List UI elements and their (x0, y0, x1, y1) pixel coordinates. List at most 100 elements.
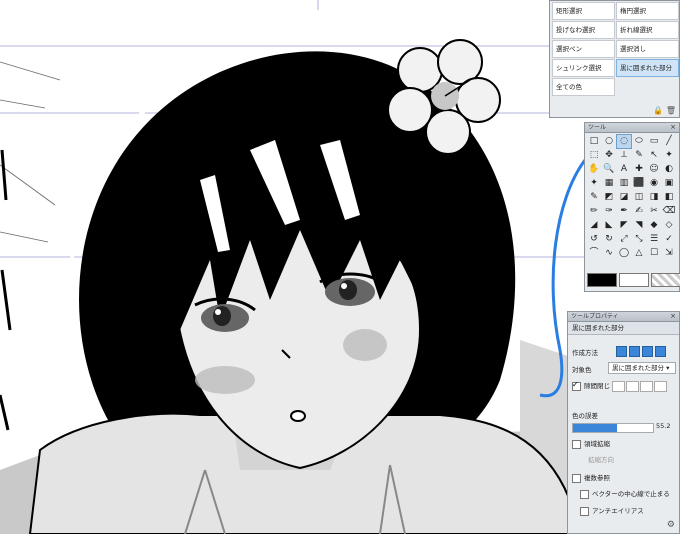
tool-button-icon[interactable]: ⬭ (632, 135, 646, 148)
tool-button-icon[interactable]: ✓ (662, 233, 676, 246)
tool-button-icon[interactable]: ⤢ (617, 233, 631, 246)
expand-checkbox[interactable] (572, 439, 581, 449)
selection-item[interactable]: 矩形選択 (552, 2, 615, 20)
tool-button-icon[interactable]: ◩ (602, 191, 616, 204)
tool-button-icon[interactable]: ✍ (632, 205, 646, 218)
tool-button-icon[interactable]: ▥ (617, 177, 631, 190)
gap-level-box[interactable] (626, 380, 640, 392)
close-icon[interactable]: × (670, 312, 676, 321)
tool-button-icon[interactable]: ⌫ (662, 205, 676, 218)
settings-gear-icon[interactable]: ⚙ (667, 520, 675, 530)
tool-button-icon[interactable]: ☐ (647, 247, 661, 260)
tool-button-icon[interactable]: ◉ (647, 177, 661, 190)
tool-button-icon[interactable]: ◧ (662, 191, 676, 204)
tool-button-icon[interactable]: ✂ (647, 205, 661, 218)
target-color-label: 対象色 (572, 366, 592, 374)
manga-text-fragment (0, 149, 12, 431)
creation-method-buttons (616, 346, 666, 357)
tool-button-icon[interactable]: ◐ (662, 163, 676, 176)
target-color-dropdown[interactable]: 黒に囲まれた部分 ▾ (608, 362, 676, 374)
gap-level-box[interactable] (640, 380, 654, 392)
tool-button-icon[interactable]: ○ (602, 135, 616, 148)
tool-button-icon[interactable]: ◇ (662, 219, 676, 232)
tool-button-icon[interactable]: ⤡ (632, 233, 646, 246)
antialias-row: アンチエイリアス (580, 505, 644, 516)
lock-icon[interactable]: 🔒 (653, 106, 663, 115)
tool-property-panel: ツールプロパティ × 黒に囲まれた部分 作成方法 対象色 黒に囲まれた部分 ▾ … (567, 311, 680, 534)
tool-button-icon[interactable]: ⬚ (587, 149, 601, 162)
tool-button-icon[interactable]: ✑ (602, 205, 616, 218)
tool-button-icon[interactable]: ✒ (617, 205, 631, 218)
tool-button-icon[interactable]: ↖ (647, 149, 661, 162)
color-tolerance-slider[interactable] (572, 423, 654, 433)
tool-palette-titlebar[interactable]: ツール × (585, 123, 679, 133)
tool-button-icon[interactable]: ◣ (602, 219, 616, 232)
subtract-selection-button[interactable] (642, 346, 653, 357)
tool-button-icon[interactable]: ◆ (647, 219, 661, 232)
tool-button-icon[interactable]: ◢ (587, 219, 601, 232)
vector-stop-label: ベクターの中心線で止まる (592, 490, 670, 498)
tool-property-titlebar[interactable]: ツールプロパティ × (568, 312, 679, 322)
tool-button-icon[interactable]: ⇲ (662, 247, 676, 260)
close-icon[interactable]: × (670, 123, 676, 132)
selection-item[interactable]: 楕円選択 (616, 2, 679, 20)
transparent-color-swatch[interactable] (651, 273, 680, 287)
tool-button-icon[interactable]: ☺ (647, 163, 661, 176)
intersect-selection-button[interactable] (655, 346, 666, 357)
selection-item[interactable]: 折れ線選択 (616, 21, 679, 39)
selection-item[interactable]: 選択消し (616, 40, 679, 58)
main-color-swatch[interactable] (587, 273, 617, 287)
vector-stop-checkbox[interactable] (580, 489, 589, 499)
close-gap-row: 隙間閉じ (572, 380, 668, 392)
antialias-checkbox[interactable] (580, 506, 589, 516)
tool-button-icon[interactable]: ☰ (647, 233, 661, 246)
add-selection-button[interactable] (629, 346, 640, 357)
tool-button-icon[interactable]: ◫ (632, 191, 646, 204)
tool-button-icon[interactable]: □ (587, 135, 601, 148)
tool-button-icon[interactable]: ↻ (602, 233, 616, 246)
tool-button-icon[interactable]: ◌ (616, 134, 632, 149)
expand-row: 領域拡縮 (572, 438, 610, 449)
tool-button-icon[interactable]: ⬛ (632, 177, 646, 190)
close-gap-label: 隙間閉じ (584, 382, 610, 390)
tool-button-icon[interactable]: ⟂ (617, 149, 631, 162)
tool-button-icon[interactable]: ⌒ (587, 247, 601, 260)
selection-item[interactable]: シュリンク選択 (552, 59, 615, 77)
tool-button-icon[interactable]: A (617, 163, 631, 176)
tool-button-icon[interactable]: ✎ (632, 149, 646, 162)
tool-button-icon[interactable]: ✥ (602, 149, 616, 162)
tool-button-icon[interactable]: ✎ (587, 191, 601, 204)
trash-icon[interactable]: 🗑 (666, 106, 676, 115)
selection-item-active[interactable]: 黒に囲まれた部分 (616, 59, 679, 77)
tool-button-icon[interactable]: ✦ (662, 149, 676, 162)
tool-button-icon[interactable]: 🔍 (602, 163, 616, 176)
tool-button-icon[interactable]: ╱ (662, 135, 676, 148)
tool-button-icon[interactable]: △ (632, 247, 646, 260)
tool-button-icon[interactable]: ✦ (587, 177, 601, 190)
tool-button-icon[interactable]: ▭ (647, 135, 661, 148)
tool-button-icon[interactable]: ✋ (587, 163, 601, 176)
new-selection-button[interactable] (616, 346, 627, 357)
selection-layer-panel: 矩形選択 楕円選択 投げなわ選択 折れ線選択 選択ペン 選択消し シュリンク選択… (549, 0, 680, 118)
tool-button-icon[interactable]: ▦ (602, 177, 616, 190)
selection-footer: 🔒 🗑 (653, 106, 676, 115)
tool-button-icon[interactable]: ◨ (647, 191, 661, 204)
speed-lines (0, 61, 61, 243)
tool-button-icon[interactable]: ◤ (617, 219, 631, 232)
gap-level-box[interactable] (654, 380, 668, 392)
close-gap-checkbox[interactable] (572, 380, 581, 391)
tool-button-icon[interactable]: ∿ (602, 247, 616, 260)
selection-item[interactable]: 選択ペン (552, 40, 615, 58)
tool-button-icon[interactable]: ✏ (587, 205, 601, 218)
tool-button-icon[interactable]: ▣ (662, 177, 676, 190)
tool-button-icon[interactable]: ✚ (632, 163, 646, 176)
selection-item[interactable]: 全ての色 (552, 78, 615, 96)
gap-level-box[interactable] (612, 380, 626, 392)
tool-button-icon[interactable]: ◪ (617, 191, 631, 204)
tool-button-icon[interactable]: ↺ (587, 233, 601, 246)
multi-ref-checkbox[interactable] (572, 473, 581, 483)
selection-item[interactable]: 投げなわ選択 (552, 21, 615, 39)
sub-color-swatch[interactable] (619, 273, 649, 287)
tool-button-icon[interactable]: ◥ (632, 219, 646, 232)
tool-button-icon[interactable]: ◯ (617, 247, 631, 260)
